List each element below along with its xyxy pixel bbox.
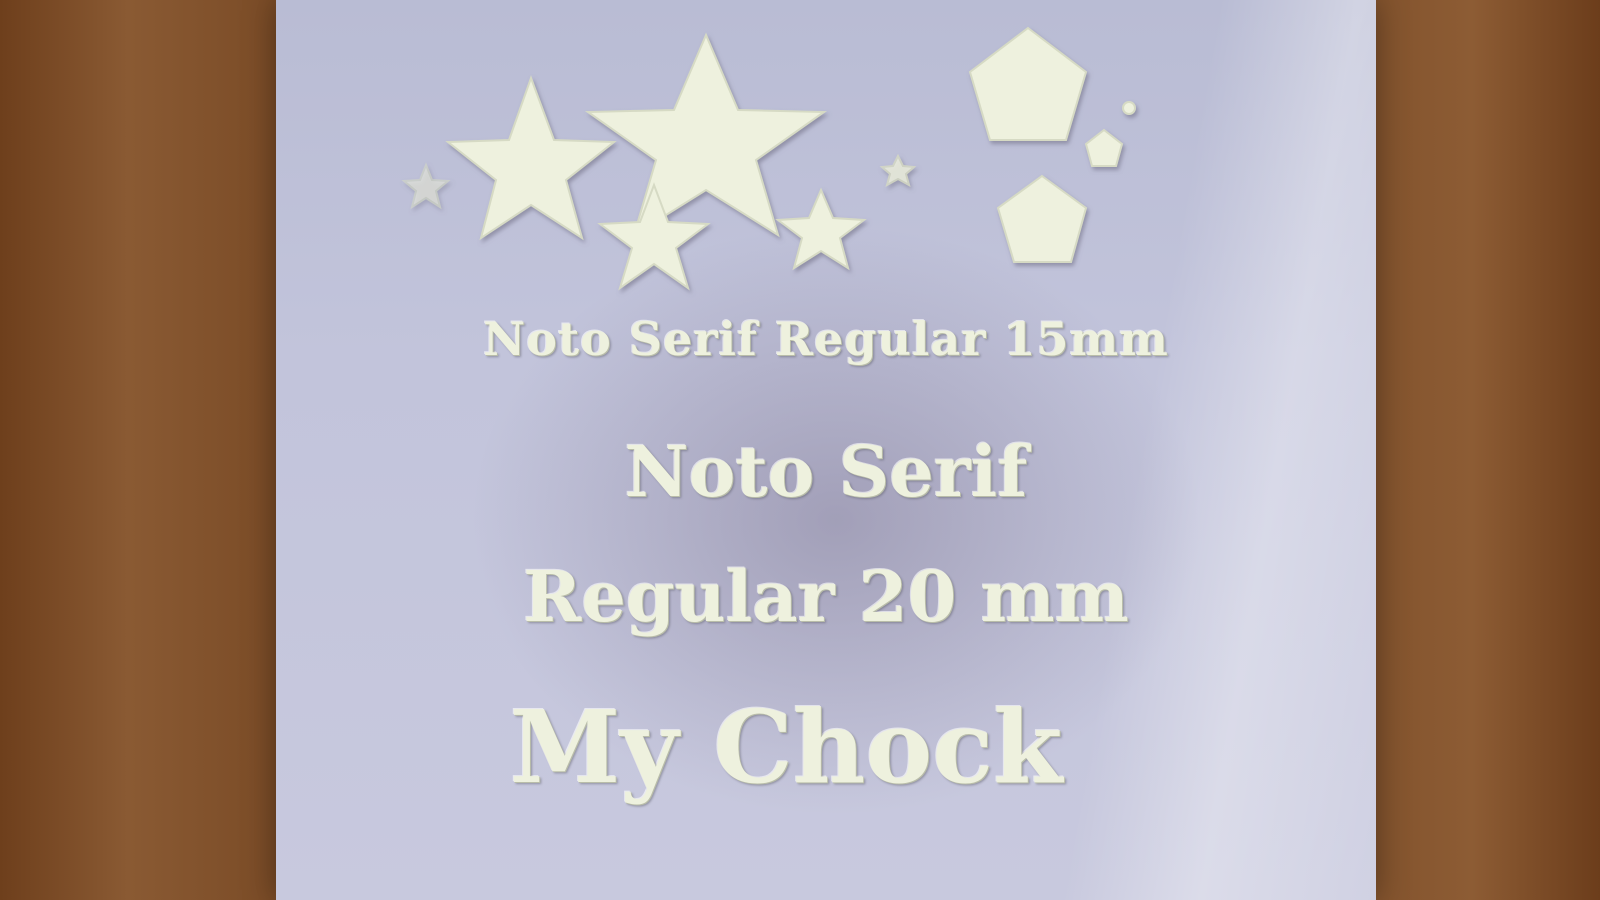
text-line-3: Regular 20 mm bbox=[523, 555, 1129, 638]
text-line-4: My Chock bbox=[509, 688, 1063, 806]
star-icon bbox=[879, 153, 917, 188]
pentagon-icon bbox=[1084, 128, 1124, 167]
star-icon bbox=[584, 32, 828, 238]
photo-scene: Noto Serif Regular 15mm Noto Serif Regul… bbox=[0, 0, 1600, 900]
pentagon-icon bbox=[996, 174, 1088, 263]
text-line-2: Noto Serif bbox=[624, 430, 1028, 513]
star-icon bbox=[775, 187, 867, 271]
text-line-1: Noto Serif Regular 15mm bbox=[483, 312, 1169, 366]
dot-icon bbox=[1122, 101, 1136, 115]
star-icon bbox=[401, 162, 451, 210]
star-icon bbox=[597, 182, 711, 291]
pentagon-icon bbox=[968, 26, 1088, 141]
star-icon bbox=[445, 75, 617, 241]
tracing-paper-sheet: Noto Serif Regular 15mm Noto Serif Regul… bbox=[276, 0, 1376, 900]
